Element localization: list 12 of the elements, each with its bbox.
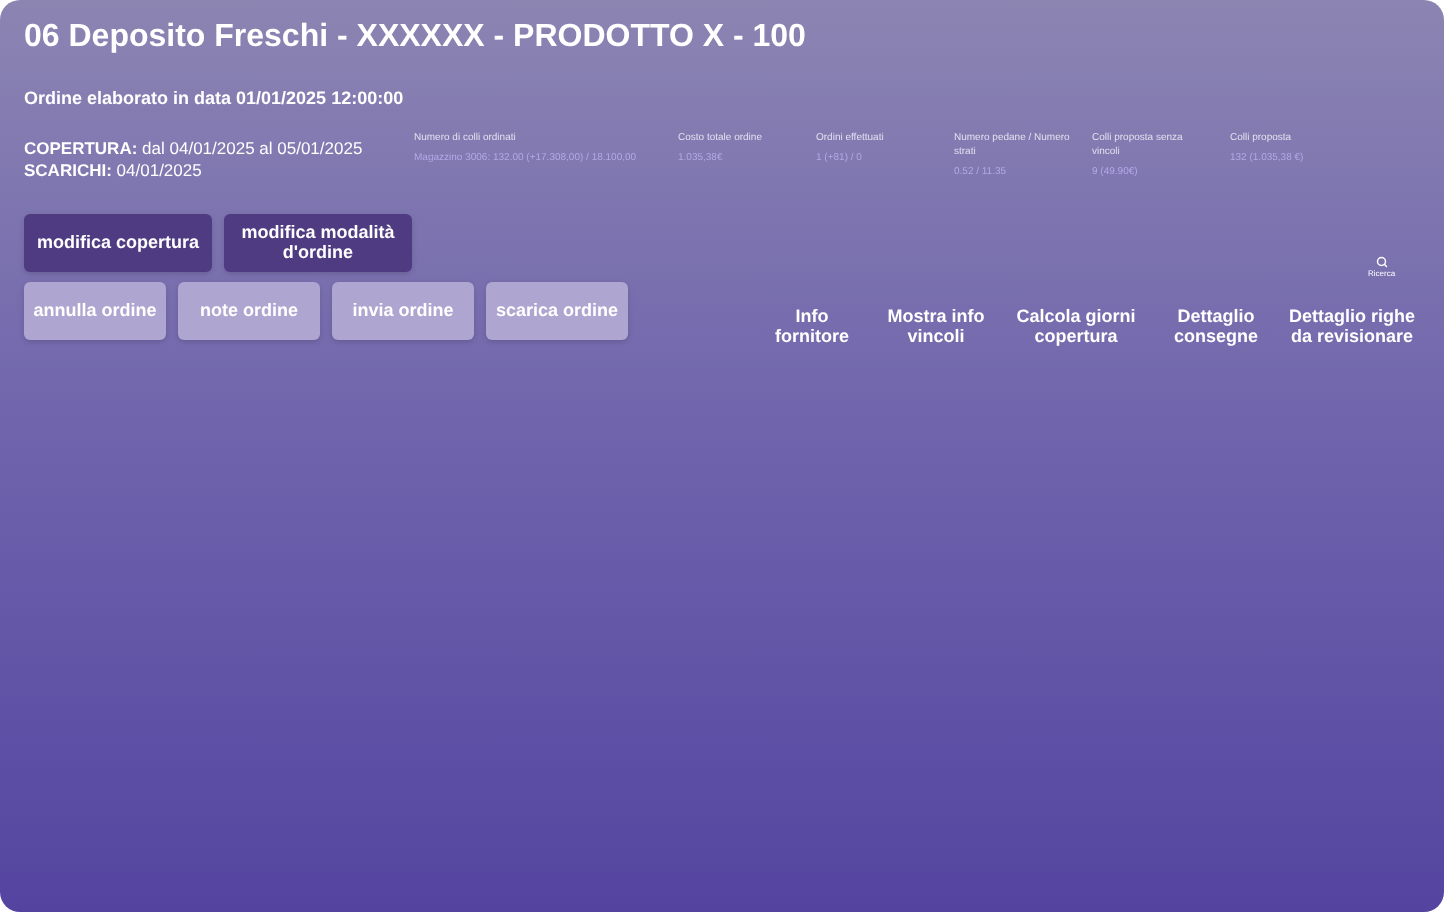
search-icon [1375, 256, 1388, 268]
action-button[interactable]: modifica modalità d'ordine [224, 213, 412, 271]
order-date: Ordine elaborato in data 01/01/2025 12:00:00 [24, 86, 406, 112]
action-link[interactable]: Dettaglio righe da revisionare [1288, 306, 1416, 346]
action-link[interactable]: Info fornitore [760, 306, 864, 346]
action-link[interactable]: Dettaglio consegne [1164, 306, 1268, 346]
page-title: 06 Deposito Freschi - XXXXXX - PRODOTTO X - 100 [24, 20, 808, 56]
action-link[interactable]: Mostra info vincoli [884, 306, 988, 346]
action-button[interactable]: modifica copertura [24, 213, 212, 271]
coverage-text: COPERTURA: dal 04/01/2025 al 05/01/2025 [24, 137, 365, 159]
action-link[interactable]: Calcola giorni copertura [1008, 306, 1144, 346]
unloads-text: SCARICHI: 04/01/2025 [24, 159, 204, 181]
